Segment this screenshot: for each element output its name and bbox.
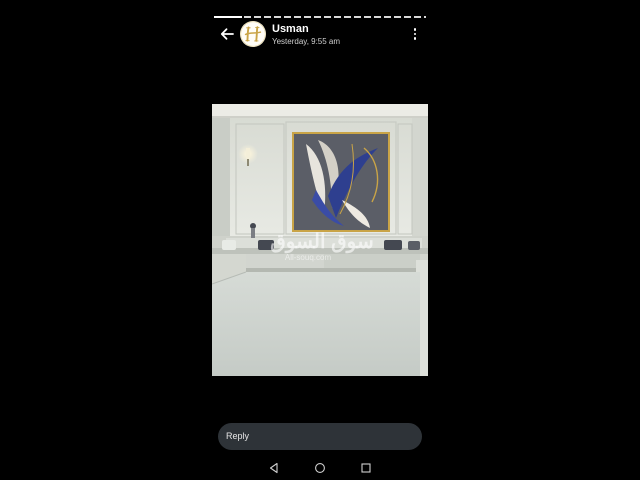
nav-recents-button[interactable] [358,460,374,476]
status-progress-seen [214,16,242,18]
more-vertical-icon [413,28,417,31]
nav-home-button[interactable] [312,460,328,476]
status-timestamp: Yesterday, 9:55 am [272,37,341,46]
triangle-back-icon [269,462,278,474]
more-options-button[interactable] [410,26,420,42]
avatar[interactable] [240,21,266,47]
arrow-left-icon [220,28,234,40]
status-header: Usman Yesterday, 9:55 am [212,20,428,50]
system-navigation-bar [212,456,428,480]
reply-placeholder: Reply [226,431,250,441]
watermark-arabic: سوق السوق [270,231,374,254]
nav-back-button[interactable] [266,460,282,476]
reply-input[interactable]: Reply [218,423,422,450]
status-photo: سوق السوق All-souq.com [212,104,428,376]
status-progress-bar [214,16,426,18]
status-viewer: Usman Yesterday, 9:55 am سوق السوق All-s… [212,0,428,480]
square-recents-icon [361,463,371,473]
gold-letter-h-logo-icon [240,21,266,47]
watermark-latin: All-souq.com [285,253,332,262]
circle-home-icon [315,463,325,473]
contact-name[interactable]: Usman [272,23,309,35]
back-button[interactable] [218,25,236,43]
